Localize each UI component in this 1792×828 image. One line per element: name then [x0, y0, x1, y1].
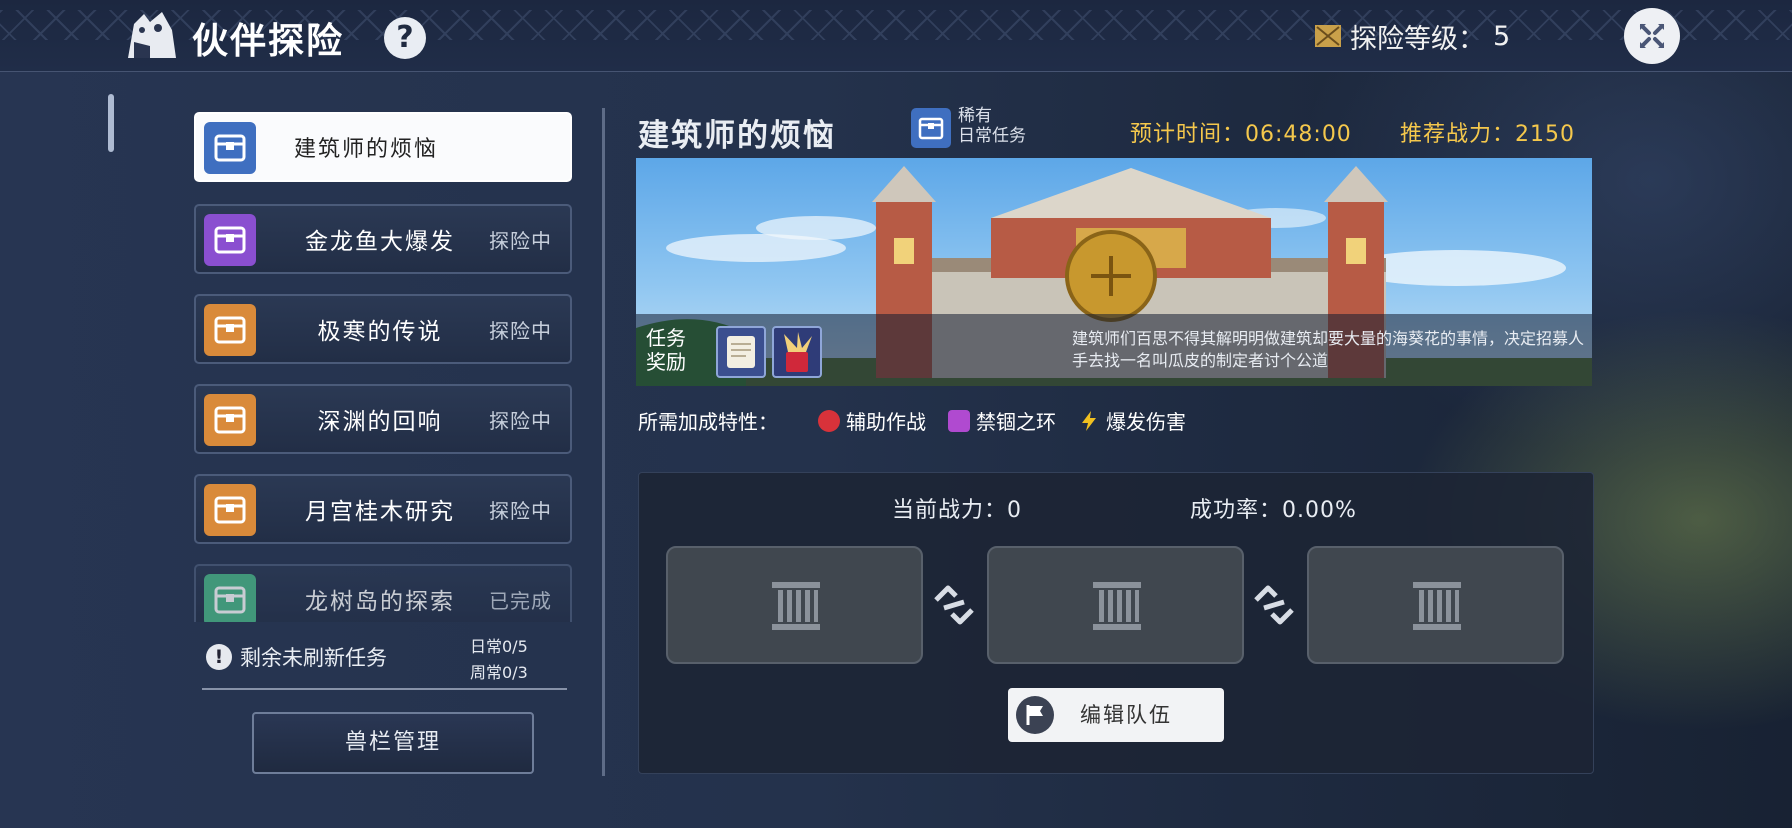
locked-slot-icon [772, 582, 820, 630]
list-scrollbar[interactable] [108, 94, 114, 152]
quest-banner-image: 任务 奖励 建筑师们百思不得其解明明做建筑却要大量的海葵花的事情，决定招募人手去… [636, 158, 1592, 386]
quest-status: 探险中 [489, 498, 552, 523]
quest-name: 深渊的回响 [317, 409, 443, 435]
chain-link-icon [1254, 585, 1294, 625]
team-slot-1[interactable] [666, 546, 923, 664]
trait-name: 辅助作战 [846, 410, 926, 434]
quest-item-4[interactable]: 深渊的回响 探险中 [194, 384, 572, 454]
trait-support: 辅助作战 [818, 406, 926, 435]
estimated-time: 预计时间：06:48:00 [1130, 122, 1352, 147]
chest-icon [204, 574, 256, 622]
flag-icon [1016, 696, 1054, 734]
weekly-count: 周常0/3 [470, 663, 528, 682]
level-value: 5 [1493, 20, 1511, 52]
quest-name: 金龙鱼大爆发 [305, 229, 455, 255]
divider [202, 688, 567, 690]
quest-description: 建筑师们百思不得其解明明做建筑却要大量的海葵花的事情，决定招募人手去找一名叫瓜皮… [1072, 329, 1585, 370]
chest-icon [204, 304, 256, 356]
quest-name: 极寒的传说 [317, 319, 443, 345]
lightning-trait-icon [1078, 410, 1100, 432]
quest-detail-title: 建筑师的烦恼 [638, 118, 836, 154]
panel-divider [602, 108, 605, 776]
quest-name: 建筑师的烦恼 [293, 137, 438, 162]
support-trait-icon [818, 409, 840, 432]
help-button[interactable]: ? [384, 17, 426, 59]
chest-icon [204, 394, 256, 446]
reward-label-line2: 奖励 [646, 350, 686, 374]
reward-label-line1: 任务 [646, 326, 686, 350]
quest-item-3[interactable]: 极寒的传说 探险中 [194, 294, 572, 364]
quest-item-6[interactable]: 龙树岛的探索 已完成 [194, 564, 572, 622]
reward-feather-icon[interactable] [772, 326, 822, 378]
locked-slot-icon [1093, 582, 1141, 630]
quest-status: 探险中 [489, 318, 552, 343]
trait-name: 爆发伤害 [1106, 410, 1186, 434]
quest-list: 建筑师的烦恼 金龙鱼大爆发 探险中 极寒的传说 探险中 深渊的回响 探险中 月宫… [194, 112, 572, 622]
traits-label: 所需加成特性： [638, 410, 778, 434]
reward-scroll-icon[interactable] [716, 326, 766, 378]
edit-team-button[interactable]: 编辑队伍 [1008, 688, 1224, 742]
close-button[interactable] [1624, 8, 1680, 64]
quest-type: 日常任务 [958, 126, 1026, 146]
rarity-chest-icon [911, 108, 951, 148]
chest-icon [204, 484, 256, 536]
level-label: 探险等级： [1350, 23, 1485, 55]
close-icon [1640, 24, 1664, 48]
quest-name: 龙树岛的探索 [305, 589, 455, 615]
quest-name: 月宫桂木研究 [305, 499, 455, 525]
team-slot-3[interactable] [1307, 546, 1564, 664]
refresh-info: ! 剩余未刷新任务 [206, 642, 387, 672]
current-power: 当前战力：0 [892, 498, 1022, 523]
quest-status: 已完成 [489, 588, 552, 613]
trait-name: 禁锢之环 [976, 410, 1056, 434]
trait-confinement: 禁锢之环 [948, 406, 1056, 435]
pen-management-button[interactable]: 兽栏管理 [252, 712, 534, 774]
refresh-label: 剩余未刷新任务 [240, 646, 387, 670]
level-badge-icon [1315, 25, 1341, 47]
chest-icon [204, 122, 256, 174]
quest-item-1[interactable]: 建筑师的烦恼 [194, 112, 572, 182]
reward-label: 任务 奖励 [646, 326, 686, 374]
team-slot-2[interactable] [987, 546, 1244, 664]
daily-count: 日常0/5 [470, 637, 528, 656]
recommended-power: 推荐战力：2150 [1400, 122, 1575, 147]
success-rate: 成功率：0.00% [1190, 498, 1357, 523]
required-traits: 所需加成特性： 辅助作战 禁锢之环 爆发伤害 [638, 406, 1186, 435]
rarity-label: 稀有 [958, 106, 992, 126]
companion-logo-icon [120, 6, 182, 64]
quest-status: 探险中 [489, 228, 552, 253]
chest-icon [204, 214, 256, 266]
trait-burst: 爆发伤害 [1078, 406, 1186, 435]
alert-icon: ! [206, 644, 232, 670]
quest-status: 探险中 [489, 408, 552, 433]
quest-rarity: 稀有 日常任务 [958, 106, 1026, 146]
quest-item-5[interactable]: 月宫桂木研究 探险中 [194, 474, 572, 544]
page-title: 伙伴探险 [192, 21, 345, 62]
chain-link-icon [934, 585, 974, 625]
ring-trait-icon [948, 409, 970, 432]
adventure-level: 探险等级： 5 [1314, 19, 1511, 55]
edit-team-label: 编辑队伍 [1080, 703, 1172, 727]
quest-item-2[interactable]: 金龙鱼大爆发 探险中 [194, 204, 572, 274]
locked-slot-icon [1413, 582, 1461, 630]
refresh-counts: 日常0/5 周常0/3 [470, 634, 528, 686]
